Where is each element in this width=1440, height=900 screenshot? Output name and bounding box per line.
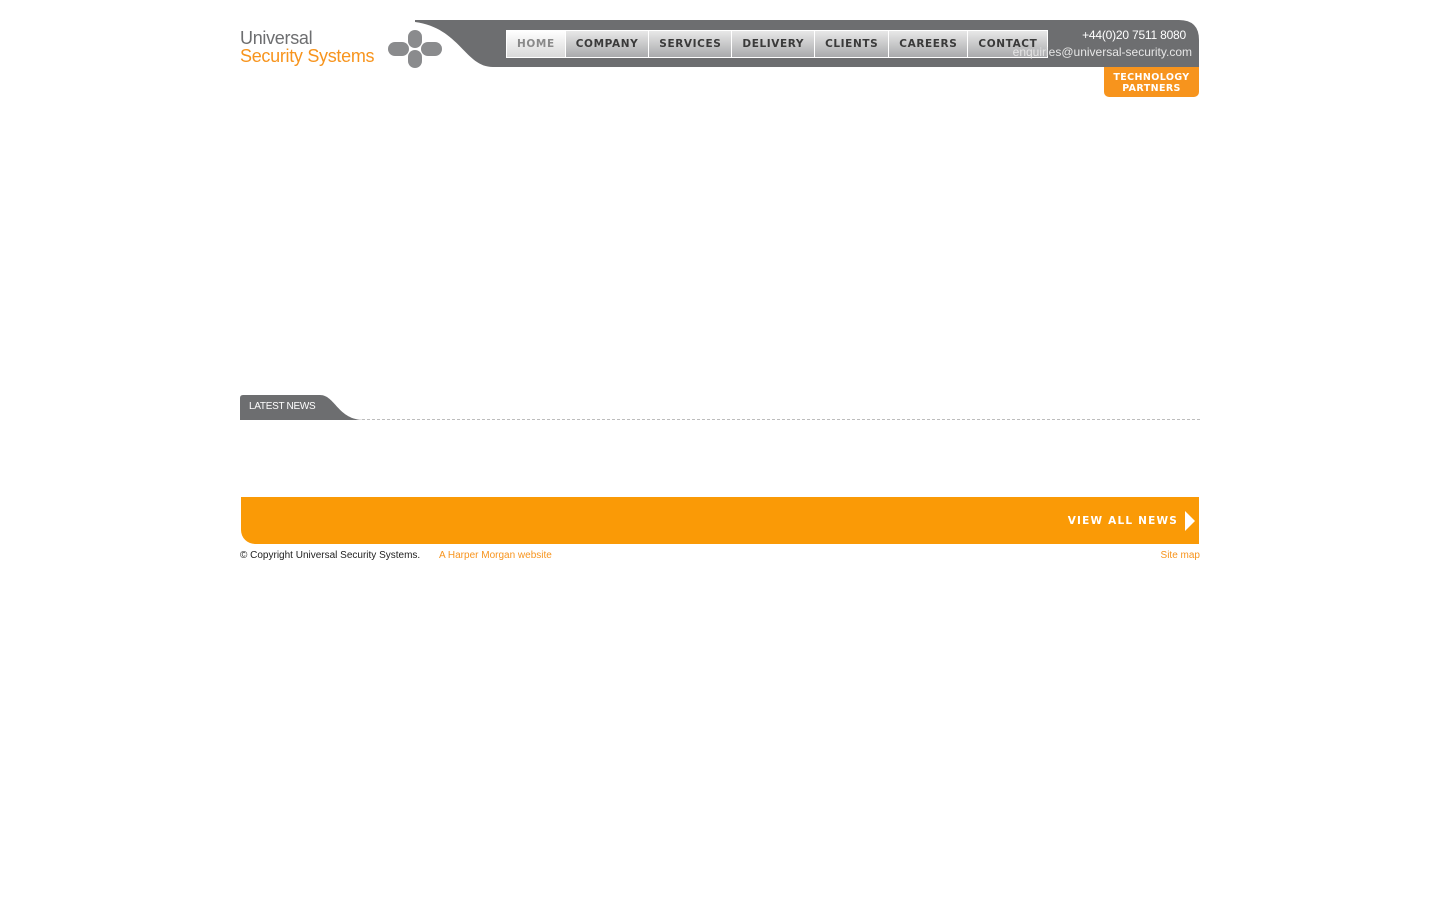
- nav-item-home[interactable]: HOME: [507, 31, 566, 57]
- latest-news-header: LATEST NEWS: [240, 394, 1200, 422]
- page-container: Universal Security Systems HOME COMPANY …: [240, 0, 1200, 600]
- view-all-news-button[interactable]: VIEW ALL NEWS: [1068, 507, 1196, 535]
- technology-partners-line2: PARTNERS: [1122, 83, 1181, 94]
- news-dashed-divider: [362, 419, 1200, 420]
- header-email-link[interactable]: enquiries@universal-security.com: [1013, 45, 1192, 59]
- logo-text-universal: Universal: [240, 28, 313, 48]
- nav-item-company[interactable]: COMPANY: [565, 31, 650, 57]
- logo-text-security-systems: Security Systems: [240, 46, 375, 66]
- triangle-right-icon: [1185, 511, 1195, 531]
- nav-item-delivery[interactable]: DELIVERY: [732, 31, 816, 57]
- header-phone-number: +44(0)20 7511 8080: [1082, 28, 1186, 42]
- page-footer: © Copyright Universal Security Systems. …: [240, 550, 1200, 564]
- nav-item-services[interactable]: SERVICES: [649, 31, 733, 57]
- site-map-link[interactable]: Site map: [1161, 550, 1200, 561]
- technology-partners-tab[interactable]: TECHNOLOGY PARTNERS: [1104, 67, 1199, 97]
- news-footer-bar: VIEW ALL NEWS: [241, 497, 1199, 544]
- technology-partners-line1: TECHNOLOGY: [1113, 72, 1190, 83]
- latest-news-heading: LATEST NEWS: [249, 401, 316, 412]
- harper-morgan-credit-link[interactable]: A Harper Morgan website: [439, 550, 552, 561]
- main-nav: HOME COMPANY SERVICES DELIVERY CLIENTS C…: [506, 30, 1049, 58]
- view-all-news-label: VIEW ALL NEWS: [1067, 515, 1178, 527]
- copyright-text: © Copyright Universal Security Systems.: [240, 550, 421, 561]
- nav-item-careers[interactable]: CAREERS: [889, 31, 969, 57]
- nav-item-clients[interactable]: CLIENTS: [815, 31, 890, 57]
